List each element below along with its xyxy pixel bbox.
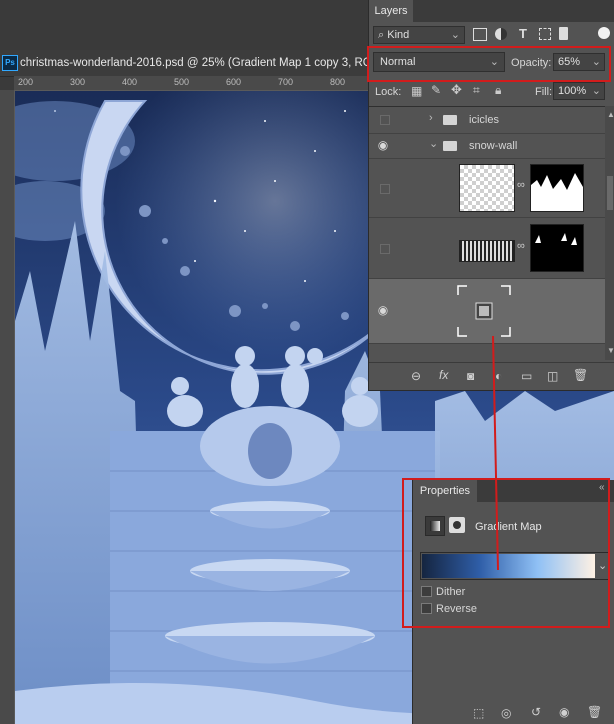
annotation-connector [492,335,499,571]
connector-line [492,335,499,571]
